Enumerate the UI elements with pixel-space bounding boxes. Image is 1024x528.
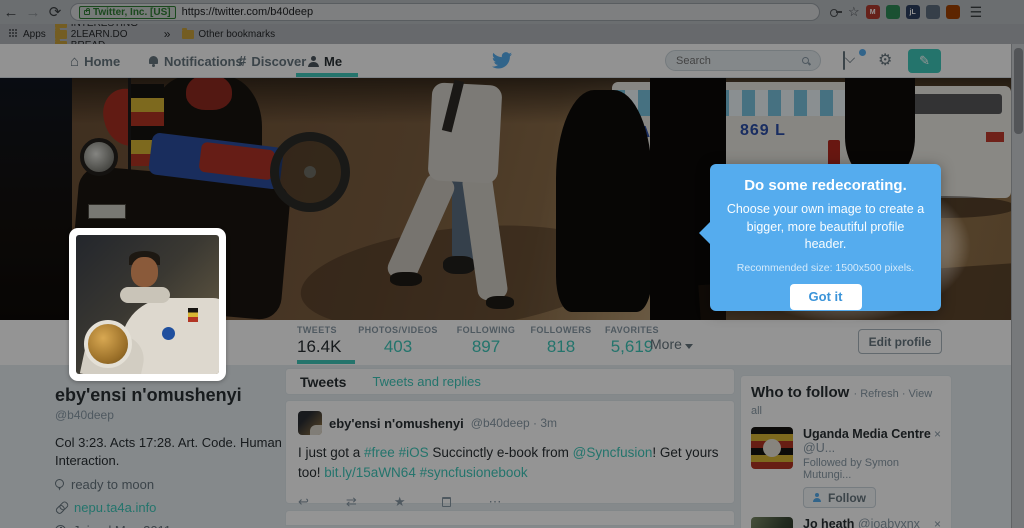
popup-body: Choose your own image to create a bigger…	[726, 201, 925, 254]
astronaut-face	[131, 257, 158, 287]
astronaut-helmet	[84, 320, 132, 368]
flag-patch	[188, 308, 198, 322]
redecorate-popup: Do some redecorating. Choose your own im…	[710, 164, 941, 311]
got-it-button[interactable]: Got it	[790, 284, 862, 310]
astronaut-collar	[120, 287, 170, 303]
profile-avatar[interactable]	[69, 228, 226, 381]
popup-hint: Recommended size: 1500x500 pixels.	[726, 262, 925, 274]
popup-title: Do some redecorating.	[726, 177, 925, 194]
avatar-astronaut-image	[76, 235, 219, 374]
popup-arrow-left	[699, 222, 710, 244]
screen: ← → ⟳ Twitter, Inc. [US] https://twitter…	[0, 0, 1024, 528]
nasa-patch	[162, 327, 175, 340]
